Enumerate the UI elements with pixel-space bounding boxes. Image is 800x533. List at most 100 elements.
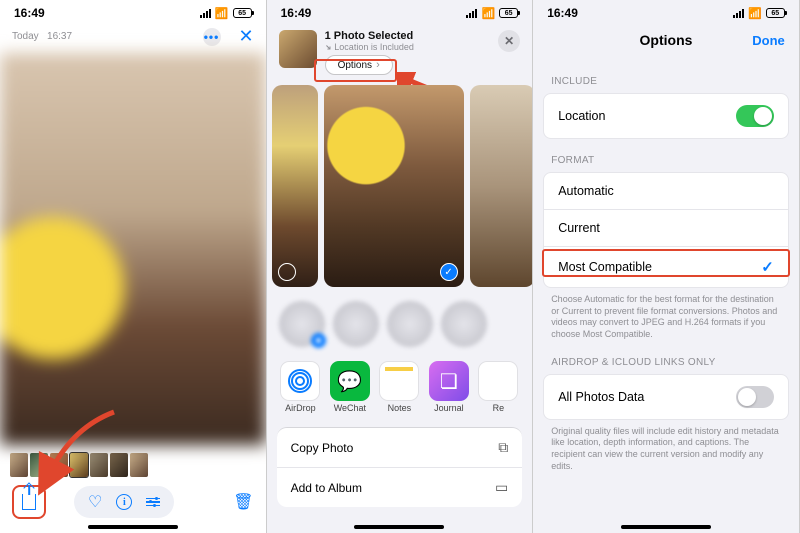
- selected-thumbnail: [279, 30, 317, 68]
- app-label: AirDrop: [285, 403, 316, 413]
- app-more[interactable]: : Re: [477, 361, 521, 413]
- location-toggle[interactable]: [736, 105, 774, 127]
- photo-date: Today: [12, 31, 39, 42]
- photo-option[interactable]: [470, 85, 534, 287]
- app-label: Journal: [434, 403, 464, 413]
- thumbnail-selected[interactable]: [70, 453, 88, 477]
- format-label: Current: [558, 221, 600, 235]
- annotation-highlight: [314, 59, 397, 82]
- format-group: Automatic Current Most Compatible ✓: [543, 172, 789, 288]
- all-photos-data-row[interactable]: All Photos Data: [544, 375, 788, 419]
- contact-avatar[interactable]: [279, 301, 325, 347]
- photo-timestamp: 16:37: [47, 31, 72, 42]
- share-contacts-row[interactable]: [267, 291, 533, 351]
- format-label: Automatic: [558, 184, 614, 198]
- app-label: WeChat: [334, 403, 366, 413]
- location-row[interactable]: Location: [544, 94, 788, 138]
- format-most-compatible-row[interactable]: Most Compatible ✓: [544, 247, 788, 287]
- cell-signal-icon: [733, 9, 744, 18]
- airdrop-icon: [280, 361, 320, 401]
- action-label: Copy Photo: [291, 441, 354, 455]
- action-add-to-album[interactable]: Add to Album ▭: [277, 468, 523, 507]
- options-settings-screen: 16:49 65 Options Done INCLUDE Location F…: [533, 0, 800, 533]
- battery-icon: 65: [766, 8, 785, 18]
- favorite-button[interactable]: ♡: [88, 492, 102, 512]
- all-photos-data-label: All Photos Data: [558, 390, 644, 404]
- status-bar: 16:49 65: [533, 0, 799, 22]
- battery-icon: 65: [233, 8, 252, 18]
- thumbnail[interactable]: [50, 453, 68, 477]
- share-sheet-header: 1 Photo Selected Location is Included Op…: [267, 22, 533, 81]
- share-sheet-screen: 16:49 65 1 Photo Selected Location is In…: [267, 0, 534, 533]
- thumbnail[interactable]: [10, 453, 28, 477]
- close-button[interactable]: ✕: [239, 26, 254, 47]
- section-include-label: INCLUDE: [533, 60, 799, 93]
- airdrop-footer-note: Original quality files will include edit…: [533, 420, 799, 473]
- thumbnail[interactable]: [130, 453, 148, 477]
- format-current-row[interactable]: Current: [544, 210, 788, 247]
- delete-button[interactable]: 🗑: [233, 492, 253, 512]
- airdrop-group: All Photos Data: [543, 374, 789, 420]
- share-icon: [22, 494, 36, 510]
- share-actions-list: Copy Photo ⧉ Add to Album ▭: [277, 427, 523, 507]
- selection-ring-icon: [278, 263, 296, 281]
- wifi-icon: [748, 6, 762, 20]
- journal-icon: ❏: [429, 361, 469, 401]
- all-photos-data-toggle[interactable]: [736, 386, 774, 408]
- thumbnail-strip[interactable]: [0, 445, 266, 479]
- thumbnail[interactable]: [30, 453, 48, 477]
- home-indicator: [88, 525, 178, 529]
- app-airdrop[interactable]: AirDrop: [279, 361, 323, 413]
- status-bar: 16:49 65: [267, 0, 533, 22]
- cell-signal-icon: [200, 9, 211, 18]
- checkmark-icon: ✓: [440, 263, 458, 281]
- section-format-label: FORMAT: [533, 139, 799, 172]
- more-menu-button[interactable]: •••: [203, 28, 221, 46]
- status-icons: 65: [733, 6, 785, 20]
- selection-title: 1 Photo Selected: [325, 30, 491, 42]
- format-automatic-row[interactable]: Automatic: [544, 173, 788, 210]
- section-airdrop-label: AIRDROP & ICLOUD LINKS ONLY: [533, 341, 799, 374]
- action-pill: ♡ i: [74, 486, 174, 518]
- more-icon: :: [478, 361, 518, 401]
- app-journal[interactable]: ❏ Journal: [427, 361, 471, 413]
- status-icons: 65: [200, 6, 252, 20]
- nav-bar: Options Done: [533, 22, 799, 60]
- photo-option-selected[interactable]: ✓: [324, 85, 464, 287]
- action-copy-photo[interactable]: Copy Photo ⧉: [277, 428, 523, 468]
- status-time: 16:49: [281, 6, 312, 20]
- adjust-button[interactable]: [146, 498, 160, 507]
- location-included-label: Location is Included: [325, 42, 491, 52]
- status-icons: 65: [466, 6, 518, 20]
- contact-avatar[interactable]: [333, 301, 379, 347]
- info-icon: i: [116, 494, 132, 510]
- contact-avatar[interactable]: [387, 301, 433, 347]
- share-apps-row[interactable]: AirDrop 💬 WeChat Notes ❏ Journal : Re: [267, 351, 533, 419]
- home-indicator: [354, 525, 444, 529]
- done-button[interactable]: Done: [752, 33, 785, 48]
- annotation-highlight: [542, 249, 790, 277]
- thumbnail[interactable]: [110, 453, 128, 477]
- battery-icon: 65: [499, 8, 518, 18]
- app-label: Notes: [388, 403, 412, 413]
- status-time: 16:49: [14, 6, 45, 20]
- app-notes[interactable]: Notes: [378, 361, 422, 413]
- contact-avatar[interactable]: [441, 301, 487, 347]
- photo-selection-row[interactable]: ✓: [267, 81, 533, 291]
- share-button[interactable]: [12, 485, 46, 519]
- format-footer-note: Choose Automatic for the best format for…: [533, 288, 799, 341]
- home-indicator: [621, 525, 711, 529]
- photos-viewer-screen: 16:49 65 Today 16:37 ••• ✕ ♡: [0, 0, 267, 533]
- photo-option[interactable]: [272, 85, 318, 287]
- location-label: Location: [558, 109, 605, 123]
- copy-icon: ⧉: [498, 439, 508, 456]
- photo-preview[interactable]: [0, 53, 266, 445]
- nav-title: Options: [640, 32, 693, 48]
- info-button[interactable]: i: [116, 494, 132, 510]
- status-time: 16:49: [547, 6, 578, 20]
- app-wechat[interactable]: 💬 WeChat: [328, 361, 372, 413]
- wechat-icon: 💬: [330, 361, 370, 401]
- photo-header: Today 16:37 ••• ✕: [0, 22, 266, 53]
- close-button[interactable]: ✕: [498, 30, 520, 52]
- thumbnail[interactable]: [90, 453, 108, 477]
